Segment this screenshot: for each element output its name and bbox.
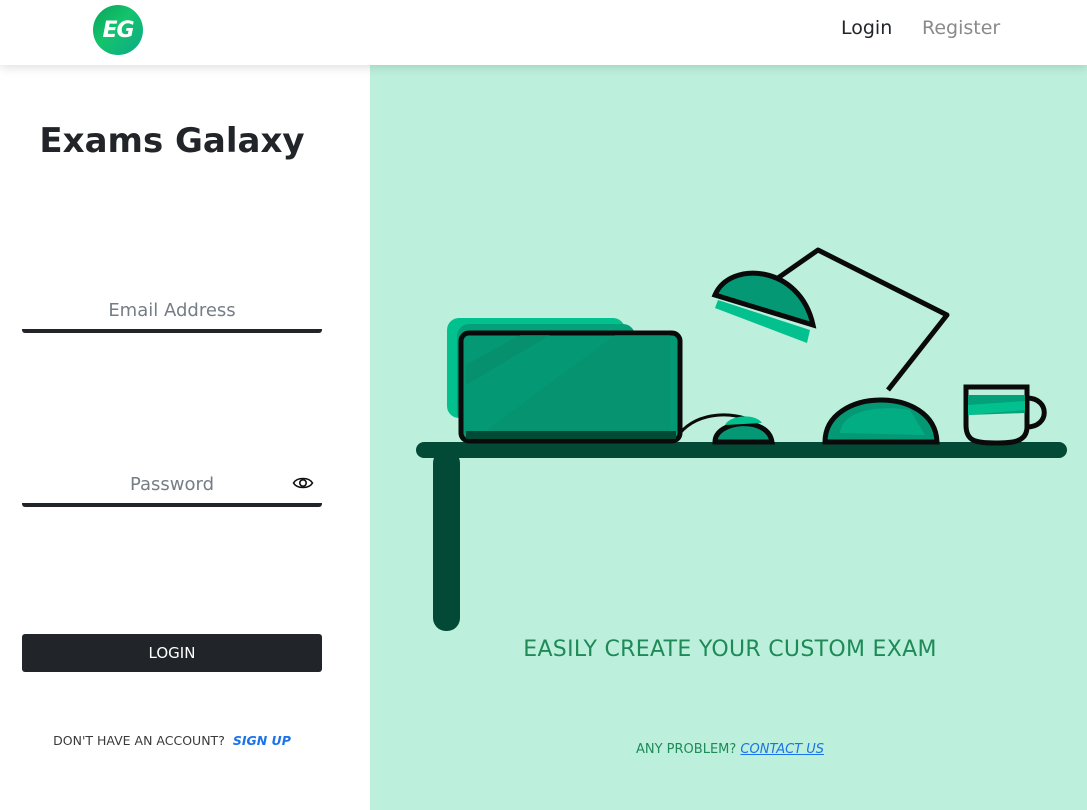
email-input[interactable] bbox=[22, 287, 322, 329]
desk-illustration bbox=[416, 247, 1067, 631]
mouse-icon bbox=[678, 413, 775, 445]
eye-icon[interactable] bbox=[292, 475, 314, 491]
logo[interactable]: EG bbox=[93, 5, 143, 55]
login-panel: Exams Galaxy LOGIN DON'T HAVE AN ACCOUNT… bbox=[0, 65, 370, 810]
mug-icon bbox=[963, 384, 1047, 446]
password-input[interactable] bbox=[22, 461, 322, 503]
password-field-wrapper bbox=[22, 461, 322, 507]
signup-prompt-row: DON'T HAVE AN ACCOUNT? SIGN UP bbox=[0, 733, 344, 748]
contact-row: ANY PROBLEM? CONTACT US bbox=[370, 742, 1087, 757]
top-navbar: EG Login Register bbox=[0, 0, 1087, 65]
email-field-wrapper bbox=[22, 287, 322, 333]
page-title: Exams Galaxy bbox=[39, 121, 305, 161]
desk-icon bbox=[416, 442, 1067, 631]
contact-us-link[interactable]: CONTACT US bbox=[740, 742, 824, 757]
signup-link[interactable]: SIGN UP bbox=[233, 733, 291, 748]
nav-login-link[interactable]: Login bbox=[841, 17, 892, 39]
promo-tagline: EASILY CREATE YOUR CUSTOM EXAM bbox=[523, 637, 937, 662]
login-button[interactable]: LOGIN bbox=[22, 634, 322, 672]
lamp-icon bbox=[711, 247, 950, 445]
contact-prompt-text: ANY PROBLEM? bbox=[635, 742, 737, 757]
signup-prompt-text: DON'T HAVE AN ACCOUNT? bbox=[53, 733, 225, 748]
laptop-icon bbox=[447, 318, 683, 444]
promo-panel: EASILY CREATE YOUR CUSTOM EXAM ANY PROBL… bbox=[370, 65, 1087, 810]
nav-register-link[interactable]: Register bbox=[922, 17, 1000, 39]
